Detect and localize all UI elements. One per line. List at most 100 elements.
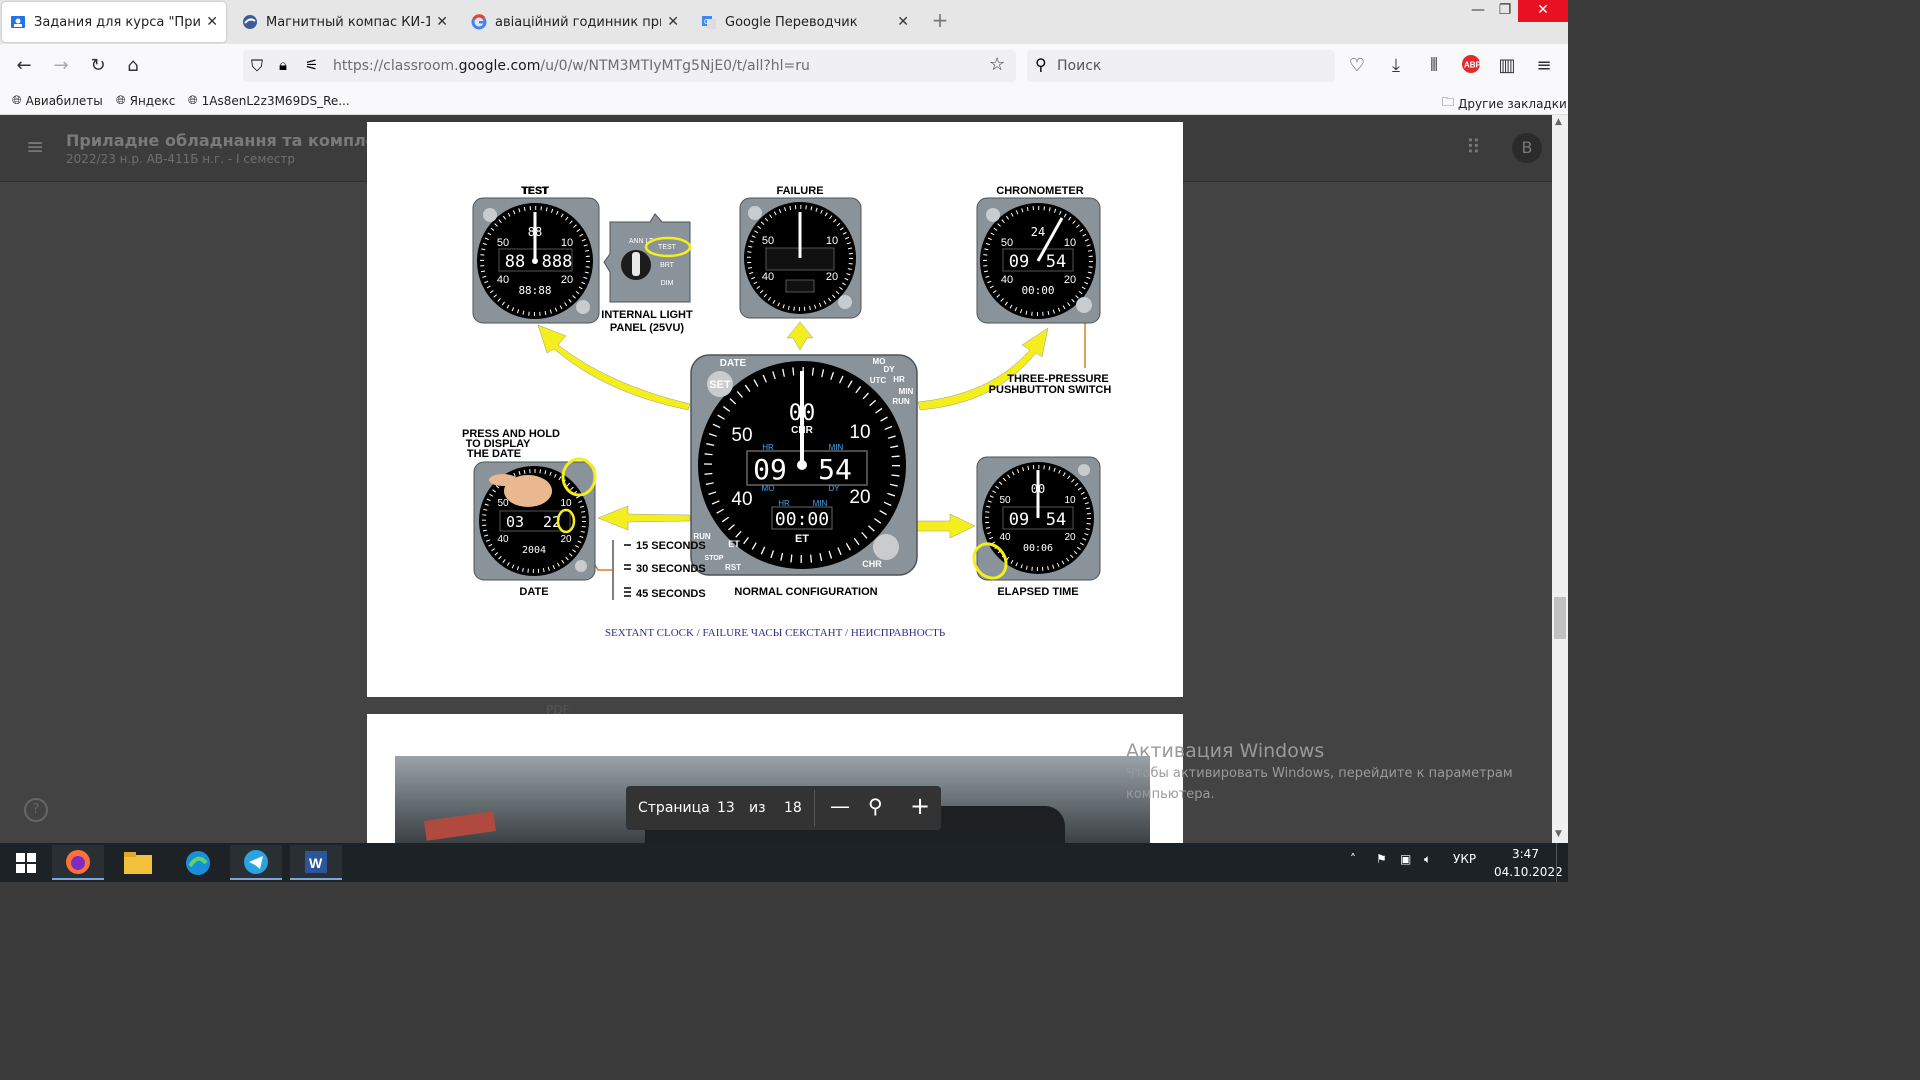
network-warning-icon[interactable]: ⚑ (1376, 852, 1387, 866)
adblock-icon[interactable]: ABP (1459, 54, 1483, 78)
scrollbar[interactable]: ▲ ▼ (1552, 115, 1568, 843)
tray-expand-icon[interactable]: ˄ (1350, 852, 1356, 866)
home-icon[interactable]: ⌂ (121, 54, 145, 78)
pocket-icon[interactable]: ♡ (1345, 54, 1369, 78)
svg-text:DATE: DATE (720, 358, 747, 369)
search-icon: ⚲ (1035, 55, 1047, 74)
taskbar-explorer[interactable] (112, 845, 164, 880)
reload-icon[interactable]: ↻ (86, 54, 110, 78)
scrollbar-thumb[interactable] (1554, 597, 1566, 639)
shield-icon[interactable]: ⛉ (251, 56, 263, 76)
pdf-toolbar: Страница 13 из 18 — ⚲ + (626, 786, 941, 830)
tab-classroom[interactable]: Задания для курса "Приладне ✕ (2, 2, 226, 42)
close-icon[interactable]: ✕ (897, 14, 909, 30)
edge-icon (186, 850, 210, 875)
activation-watermark-title: Активация Windows (1126, 740, 1325, 762)
site-icon (242, 14, 258, 30)
maximize-button[interactable]: ❐ (1492, 0, 1518, 22)
permissions-icon[interactable]: ⚟ (305, 56, 318, 74)
apps-grid-icon[interactable]: ⠿ (1466, 135, 1481, 159)
svg-text:54: 54 (818, 453, 852, 486)
bookmark-item[interactable]: 🌐︎ Яндекс (116, 93, 175, 108)
back-icon[interactable]: ← (12, 54, 36, 78)
help-icon[interactable]: ? (24, 798, 48, 822)
svg-text:DY: DY (828, 484, 840, 493)
label-normal: NORMAL CONFIGURATION (734, 586, 877, 598)
svg-text:DY: DY (883, 365, 895, 374)
network-icon[interactable]: ▣ (1400, 852, 1411, 866)
taskbar-telegram[interactable] (230, 845, 282, 880)
taskbar-edge[interactable] (172, 845, 224, 880)
avatar[interactable]: B (1512, 133, 1542, 163)
svg-text:DATE: DATE (519, 586, 548, 598)
zoom-out-icon[interactable]: — (830, 794, 850, 818)
show-desktop-button[interactable] (1556, 843, 1569, 882)
library-icon[interactable]: ⫴ (1422, 54, 1446, 78)
scroll-up-icon[interactable]: ▲ (1555, 117, 1562, 127)
globe-icon: 🌐︎ (12, 93, 22, 107)
volume-icon[interactable]: 🔈︎ (1424, 852, 1431, 867)
tab-compass[interactable]: Магнитный компас КИ-13 - И ✕ (234, 2, 456, 42)
page-number-input[interactable]: 13 (717, 800, 735, 816)
svg-text:09: 09 (753, 453, 787, 486)
svg-text:20: 20 (826, 271, 838, 283)
telegram-icon (244, 849, 268, 874)
close-icon[interactable]: ✕ (436, 14, 448, 30)
svg-text:40: 40 (999, 532, 1011, 543)
bookmark-item[interactable]: 🌐︎ 1As8enL2z3M69DS_Re... (188, 93, 350, 108)
zoom-in-icon[interactable]: + (910, 792, 930, 820)
start-button[interactable] (0, 845, 52, 880)
normal-configuration-clock: 50 10 40 20 00 CHR HR MIN 09 54 MO DY HR… (690, 354, 918, 576)
url-text: https://classroom.google.com/u/0/w/NTM3M… (333, 58, 810, 74)
svg-text:50: 50 (999, 495, 1011, 506)
taskbar-firefox[interactable] (52, 845, 104, 880)
downloads-icon[interactable]: ⤓ (1384, 54, 1408, 78)
tab-translate[interactable]: G Google Переводчик ✕ (693, 2, 917, 42)
svg-text:10: 10 (561, 237, 573, 249)
other-bookmarks[interactable]: 🗀 Другие закладки (1442, 93, 1567, 114)
tab-strip: Задания для курса "Приладне ✕ Магнитный … (0, 0, 1568, 44)
minimize-button[interactable]: — (1464, 0, 1492, 22)
bookmark-star-icon[interactable]: ☆ (989, 54, 1005, 75)
label-test: TEST (521, 185, 549, 197)
svg-text:TEST: TEST (658, 244, 677, 251)
svg-text:ELAPSED TIME: ELAPSED TIME (997, 586, 1078, 598)
svg-text:CHR: CHR (862, 559, 882, 569)
svg-text:20: 20 (1064, 274, 1076, 286)
tab-google-search[interactable]: авіаційний годинник принци ✕ (463, 2, 687, 42)
search-bar[interactable]: ⚲ Поиск (1027, 50, 1335, 82)
sidebar-icon[interactable]: ▥ (1495, 54, 1519, 78)
scroll-down-icon[interactable]: ▼ (1555, 829, 1562, 839)
new-tab-button[interactable]: + (928, 8, 952, 36)
svg-text:G: G (704, 19, 709, 26)
svg-text:00:06: 00:06 (1023, 543, 1053, 554)
classroom-icon (10, 14, 26, 30)
url-bar[interactable]: ⛉ 🔒︎ ⚟ https://classroom.google.com/u/0/… (243, 50, 1016, 82)
svg-text:10: 10 (826, 235, 838, 247)
zoom-icon[interactable]: ⚲ (868, 794, 883, 818)
divider (814, 790, 815, 826)
clock-time[interactable]: 3:47 (1512, 847, 1539, 861)
svg-text:40: 40 (497, 534, 509, 545)
close-icon[interactable]: ✕ (667, 14, 679, 30)
clock-date[interactable]: 04.10.2022 (1494, 865, 1563, 879)
window-close-button[interactable]: ✕ (1518, 0, 1568, 22)
svg-text:09: 09 (1009, 510, 1029, 530)
search-input[interactable]: Поиск (1057, 58, 1101, 74)
svg-text:15 SECONDS: 15 SECONDS (636, 540, 706, 552)
taskbar-word[interactable]: W (290, 845, 342, 880)
hamburger-icon[interactable]: ≡ (26, 135, 44, 160)
svg-text:10: 10 (1064, 237, 1076, 249)
menu-icon[interactable]: ≡ (1532, 54, 1556, 78)
svg-text:40: 40 (731, 489, 752, 510)
svg-text:MIN: MIN (899, 387, 914, 396)
bookmark-item[interactable]: 🌐︎ Авиабилеты (12, 93, 103, 108)
svg-text:PANEL (25VU): PANEL (25VU) (610, 322, 685, 334)
forward-icon[interactable]: → (49, 54, 73, 78)
internal-light-panel: ANN LT TEST BRT DIM INTERNAL LIGHT PANEL… (601, 213, 693, 334)
page-total: 18 (784, 800, 802, 816)
language-indicator[interactable]: УКР (1453, 852, 1476, 866)
close-icon[interactable]: ✕ (206, 14, 218, 30)
svg-text:50: 50 (1001, 237, 1013, 249)
lock-icon[interactable]: 🔒︎ (279, 56, 287, 74)
